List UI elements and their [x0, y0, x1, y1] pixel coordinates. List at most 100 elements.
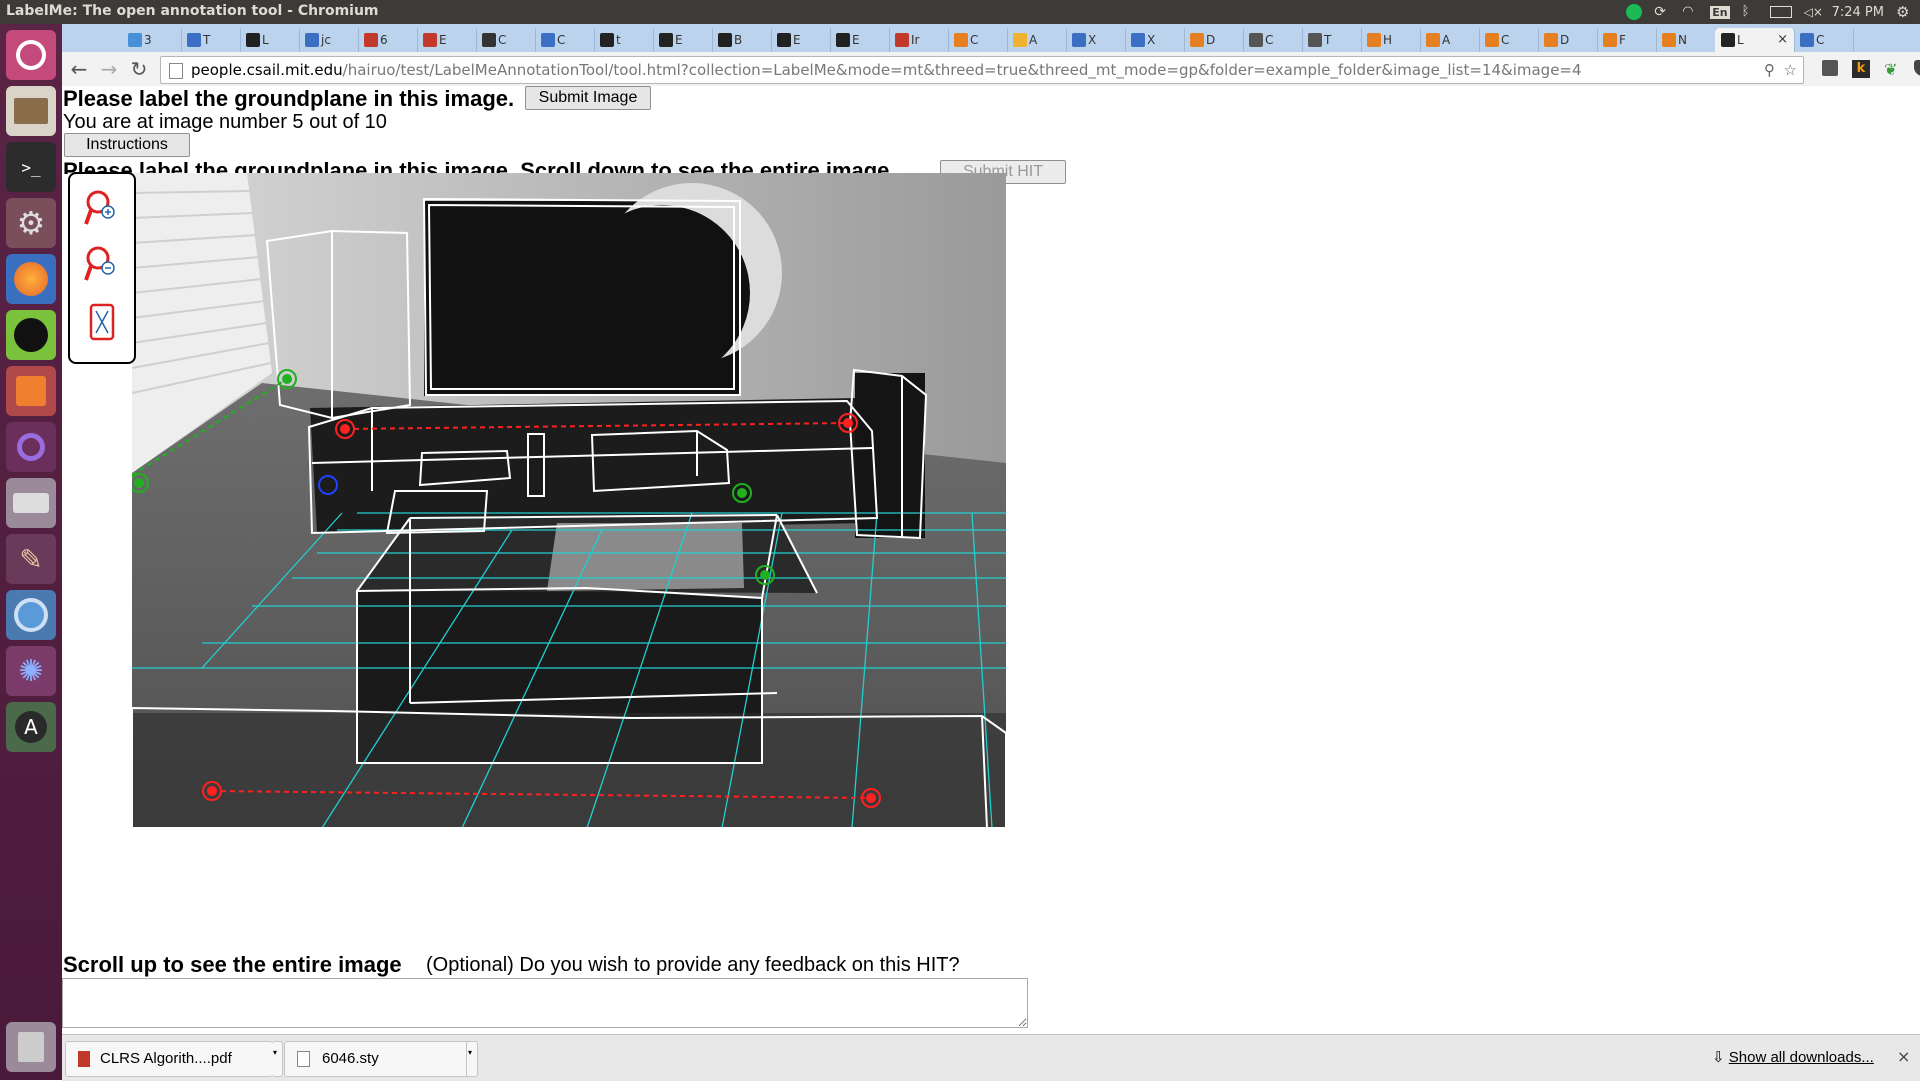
address-bar[interactable]: people.csail.mit.edu/hairuo/test/LabelMe… [160, 56, 1804, 84]
tab-favicon-icon [187, 33, 201, 47]
address-host: people.csail.mit.edu [191, 61, 343, 79]
extension-k-icon[interactable]: k [1852, 60, 1870, 78]
download-item-sty[interactable]: 6046.sty [284, 1041, 476, 1077]
shotwell-icon[interactable]: ✺ [6, 646, 56, 696]
browser-tab[interactable]: L × [1715, 28, 1795, 52]
browser-tab[interactable]: E [771, 28, 831, 52]
bluetooth-icon[interactable]: ᛒ [1742, 4, 1758, 20]
tab-favicon-icon [305, 33, 319, 47]
tab-label: C [1816, 33, 1825, 47]
browser-tab[interactable]: C [1243, 28, 1303, 52]
browser-tab[interactable]: X [1066, 28, 1126, 52]
bookmark-star-icon[interactable]: ☆ [1784, 57, 1797, 83]
feedback-textarea[interactable] [62, 978, 1028, 1028]
tab-label: C [557, 33, 566, 47]
trash-icon[interactable] [6, 1022, 56, 1072]
browser-tab[interactable]: C [476, 28, 536, 52]
tab-label: F [1619, 33, 1626, 47]
browser-tab[interactable]: F [1597, 28, 1657, 52]
browser-tab[interactable]: D [1538, 28, 1598, 52]
download-item-pdf[interactable]: CLRS Algorith....pdf [65, 1041, 273, 1077]
browser-tab[interactable]: C [535, 28, 595, 52]
browser-tab[interactable]: B [712, 28, 772, 52]
back-arrow-icon[interactable]: ← [68, 58, 90, 80]
firefox-icon[interactable] [6, 254, 56, 304]
browser-tab[interactable]: E [830, 28, 890, 52]
software-updater-icon[interactable]: A [6, 702, 56, 752]
extension-puzzle-icon[interactable] [1822, 60, 1838, 76]
browser-tab[interactable]: 3 [122, 28, 182, 52]
tab-favicon-icon [1190, 33, 1204, 47]
tab-favicon-icon [718, 33, 732, 47]
volume-icon[interactable]: ◁× [1804, 4, 1823, 20]
tab-favicon-icon [128, 33, 142, 47]
browser-tab[interactable]: t [594, 28, 654, 52]
browser-tab[interactable]: C [948, 28, 1008, 52]
browser-tab[interactable]: 6 [358, 28, 418, 52]
show-all-downloads-link[interactable]: ⇩ Show all downloads... [1712, 1048, 1874, 1066]
unity-launcher: >_ ⚙ ✎ ✺ A [0, 24, 62, 1080]
sofa-foreground [132, 713, 1006, 828]
gear-icon[interactable]: ⚙ [1896, 4, 1912, 20]
download-arrow-icon: ⇩ [1712, 1049, 1729, 1066]
tab-favicon-icon [1662, 33, 1676, 47]
close-tab-icon[interactable]: × [1777, 32, 1788, 47]
reload-icon[interactable]: ↻ [128, 58, 150, 80]
browser-tab[interactable]: jc [299, 28, 359, 52]
zoom-magnifier-icon[interactable]: ⚲ [1764, 57, 1775, 83]
annotation-image[interactable] [132, 173, 1006, 828]
fit-to-screen-icon[interactable] [88, 302, 118, 342]
tab-label: L [262, 33, 269, 47]
browser-tab[interactable]: D [1184, 28, 1244, 52]
terminal-icon[interactable]: >_ [6, 142, 56, 192]
battery-icon[interactable] [1769, 6, 1792, 18]
close-download-shelf-icon[interactable]: × [1897, 1047, 1910, 1066]
clock[interactable]: 7:24 PM [1832, 5, 1884, 20]
tab-favicon-icon [895, 33, 909, 47]
keyboard-language-indicator[interactable]: En [1710, 5, 1730, 19]
browser-tab[interactable]: X [1125, 28, 1185, 52]
submit-image-button[interactable]: Submit Image [525, 86, 651, 110]
download-menu-chevron-icon[interactable]: ▾ [272, 1041, 283, 1077]
instructions-button[interactable]: Instructions [64, 133, 190, 157]
tab-favicon-icon [1249, 33, 1263, 47]
download-menu-chevron-icon[interactable]: ▾ [466, 1041, 478, 1077]
annotation-canvas[interactable] [132, 173, 1006, 828]
tab-label: C [1265, 33, 1274, 47]
ubuntu-dash-icon[interactable] [6, 30, 56, 80]
tab-favicon-icon [364, 33, 378, 47]
software-center-icon[interactable] [6, 366, 56, 416]
tab-label: D [1206, 33, 1216, 47]
browser-tab[interactable]: Ir [889, 28, 949, 52]
system-settings-icon[interactable]: ⚙ [6, 198, 56, 248]
browser-tab[interactable]: E [417, 28, 477, 52]
browser-tab[interactable]: E [653, 28, 713, 52]
zoom-out-icon[interactable] [84, 244, 118, 284]
browser-tab[interactable]: H [1361, 28, 1421, 52]
browser-tab[interactable]: C [1479, 28, 1539, 52]
app-ring-icon[interactable] [6, 422, 56, 472]
sync-icon[interactable]: ⟳ [1654, 4, 1670, 20]
files-icon[interactable] [6, 86, 56, 136]
spotify-tray-icon[interactable] [1626, 4, 1643, 20]
chromium-icon[interactable] [6, 590, 56, 640]
wifi-icon[interactable]: ◠ [1682, 4, 1698, 20]
zoom-in-icon[interactable] [84, 188, 118, 228]
browser-tab[interactable]: N [1656, 28, 1716, 52]
browser-tab[interactable]: L [240, 28, 300, 52]
pocket-icon[interactable] [1914, 60, 1920, 76]
disk-drive-icon[interactable] [6, 478, 56, 528]
browser-tab[interactable]: A [1007, 28, 1067, 52]
browser-tab[interactable]: T [1302, 28, 1362, 52]
tab-label: X [1147, 33, 1156, 47]
drawing-app-icon[interactable]: ✎ [6, 534, 56, 584]
browser-tab[interactable]: A [1420, 28, 1480, 52]
progress-text: You are at image number 5 out of 10 [63, 111, 387, 133]
browser-tab[interactable]: C [1794, 28, 1854, 52]
forward-arrow-icon[interactable]: → [98, 58, 120, 80]
browser-tab[interactable]: T [181, 28, 241, 52]
page-icon [169, 62, 183, 79]
tab-label: C [970, 33, 979, 47]
extension-leaf-icon[interactable]: ❦ [1884, 60, 1902, 79]
spotify-icon[interactable] [6, 310, 56, 360]
